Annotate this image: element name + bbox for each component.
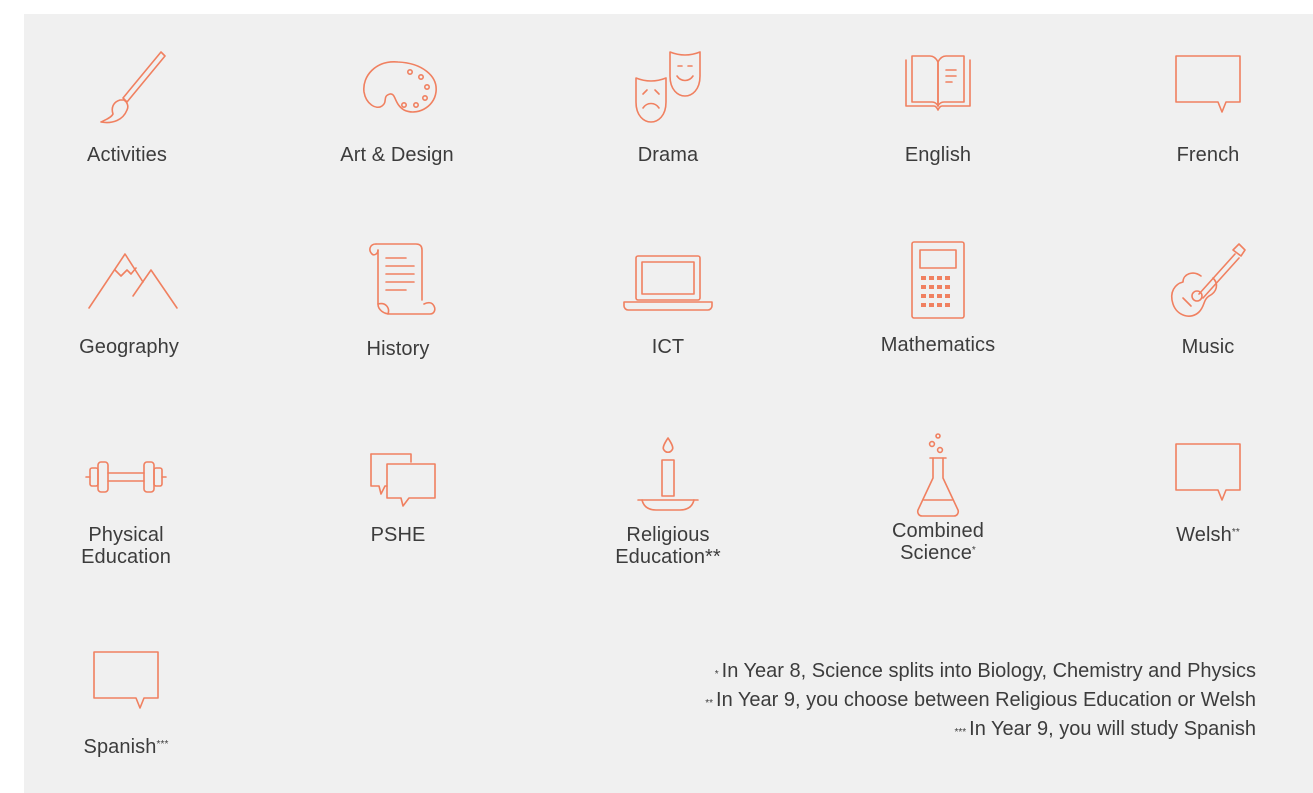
speech-bubble-icon: [1175, 443, 1241, 501]
subject-label: Religious Education**: [615, 524, 721, 568]
subject-tile-ict[interactable]: ICT: [608, 240, 728, 358]
calculator-icon: [911, 241, 965, 319]
chat-bubbles-icon: [370, 453, 436, 507]
candle-icon: [637, 437, 699, 511]
subject-label: Mathematics: [880, 334, 996, 356]
subject-label: English: [904, 144, 972, 166]
footnote: *** In Year 9, you will study Spanish: [954, 718, 1256, 740]
subject-tile-geography[interactable]: Geography: [64, 240, 194, 358]
subject-label: History: [366, 338, 430, 360]
subject-tile-pshe[interactable]: PSHE: [343, 436, 453, 546]
subject-label: Art & Design: [340, 144, 454, 166]
subject-label: Music: [1181, 336, 1235, 358]
subject-tile-spanish[interactable]: Spanish***: [66, 644, 186, 758]
mountains-icon: [88, 253, 178, 309]
subject-tile-music[interactable]: Music: [1148, 238, 1268, 358]
subject-label: PSHE: [370, 524, 426, 546]
subject-tile-english[interactable]: English: [878, 48, 998, 166]
palette-icon: [363, 61, 437, 113]
subject-tile-combined-science[interactable]: Combined Science*: [876, 428, 1000, 564]
subject-label: Activities: [87, 144, 167, 166]
subject-tile-history[interactable]: History: [333, 238, 463, 360]
footnotes: * In Year 8, Science splits into Biology,…: [705, 657, 1256, 744]
subject-tile-art-design[interactable]: Art & Design: [327, 48, 467, 166]
subject-label: ICT: [651, 336, 685, 358]
dumbbell-icon: [85, 461, 167, 493]
subject-tile-religious-education[interactable]: Religious Education**: [606, 430, 730, 568]
open-book-icon: [905, 55, 971, 111]
subject-label: Drama: [637, 144, 699, 166]
subject-label: Spanish***: [83, 736, 169, 758]
guitar-icon: [1170, 243, 1246, 317]
subject-tile-drama[interactable]: Drama: [608, 44, 728, 166]
footnote: ** In Year 9, you choose between Religiou…: [705, 689, 1256, 711]
subject-tile-activities[interactable]: Activities: [62, 48, 192, 166]
speech-bubble-icon: [93, 651, 159, 709]
subject-label: Geography: [79, 336, 179, 358]
subject-tile-mathematics[interactable]: Mathematics: [866, 238, 1010, 356]
laptop-icon: [623, 255, 713, 311]
flask-icon: [916, 433, 960, 517]
subject-label: Welsh**: [1176, 524, 1240, 546]
speech-bubble-icon: [1175, 55, 1241, 113]
subject-label: French: [1176, 144, 1240, 166]
footnote: * In Year 8, Science splits into Biology,…: [714, 660, 1256, 682]
paintbrush-icon: [100, 51, 166, 124]
subject-tile-physical-education[interactable]: Physical Education: [66, 436, 186, 568]
subject-label: Physical Education: [81, 524, 171, 568]
subject-label: Combined Science*: [892, 520, 984, 564]
subject-tile-welsh[interactable]: Welsh**: [1148, 436, 1268, 546]
subject-tile-french[interactable]: French: [1148, 48, 1268, 166]
theatre-masks-icon: [635, 51, 701, 123]
scroll-icon: [369, 243, 436, 315]
